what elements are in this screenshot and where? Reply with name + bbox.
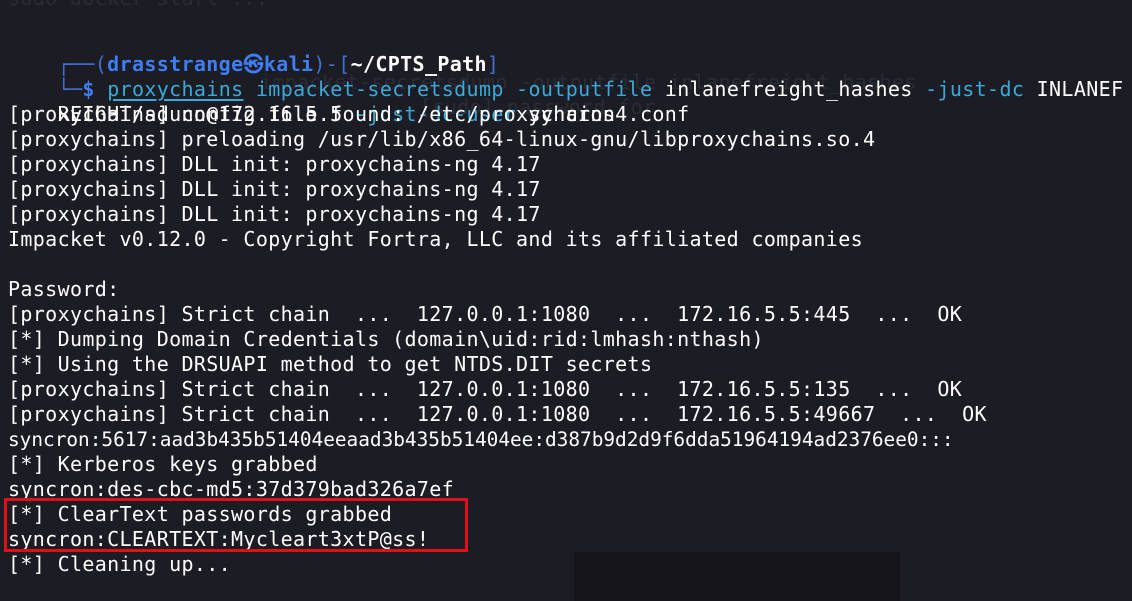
output-line: [proxychains] Strict chain ... 127.0.0.1…: [8, 302, 963, 326]
output-line: Password:: [8, 277, 120, 301]
command-argument: INLANEF: [1036, 77, 1124, 101]
output-line: [proxychains] DLL init: proxychains-ng 4…: [8, 177, 541, 201]
output-line: [proxychains] config file found: /etc/pr…: [8, 102, 690, 126]
output-line: Impacket v0.12.0 - Copyright Fortra, LLC…: [8, 227, 863, 251]
output-line: [proxychains] preloading /usr/lib/x86_64…: [8, 127, 876, 151]
output-line: [proxychains] DLL init: proxychains-ng 4…: [8, 152, 541, 176]
output-line: [*] Dumping Domain Credentials (domain\u…: [8, 327, 764, 351]
output-line: [*] Cleaning up...: [8, 552, 232, 576]
ghost-text-line: sudo docker start ...: [8, 0, 268, 11]
command-option: -just-dc: [925, 77, 1025, 101]
output-line: [proxychains] Strict chain ... 127.0.0.1…: [8, 402, 987, 426]
output-line: [proxychains] Strict chain ... 127.0.0.1…: [8, 377, 963, 401]
command-line-wrap: REIGHT/adunn@172.16.5.5 -just-dc-user sy…: [8, 77, 615, 126]
output-line-ntlm-hash: syncron:5617:aad3b435b51404eeaad3b435b51…: [8, 428, 954, 451]
command-line[interactable]: └─$ proxychains impacket-secretsdump -ou…: [8, 52, 1123, 101]
output-line: [*] Kerberos keys grabbed: [8, 452, 318, 476]
output-line: syncron:des-cbc-md5:37d379bad326a7ef: [8, 477, 455, 501]
output-line-cleartext-password: syncron:CLEARTEXT:Mycleart3xtP@ss!: [8, 527, 430, 551]
terminal-window[interactable]: sudo docker start ... impacket-secretsdu…: [0, 0, 1132, 601]
output-line: [*] Using the DRSUAPI method to get NTDS…: [8, 352, 653, 376]
output-line: [proxychains] DLL init: proxychains-ng 4…: [8, 202, 541, 226]
command-argument: inlanefreight_hashes: [664, 77, 913, 101]
prompt-header: ┌──(drasstrange㉿kali)-[~/CPTS_Path]: [8, 27, 499, 76]
output-line: [*] ClearText passwords grabbed: [8, 502, 393, 526]
overlay-patch: [574, 552, 900, 601]
